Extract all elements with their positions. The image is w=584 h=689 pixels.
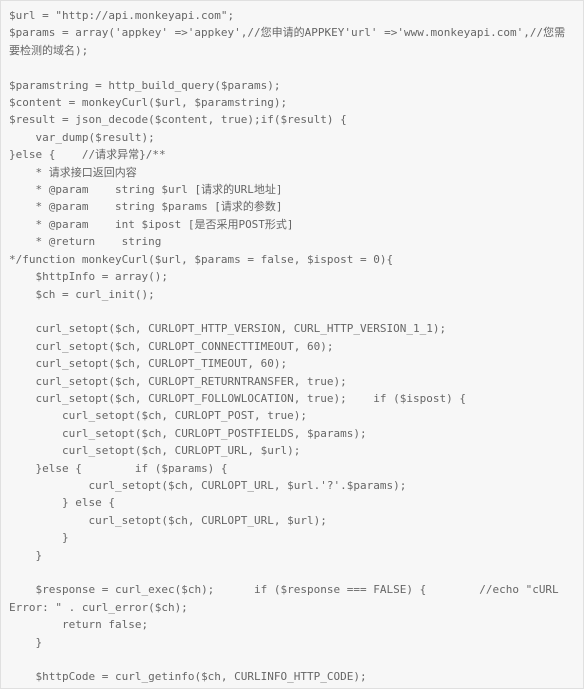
code-content: $url = "http://api.monkeyapi.com"; $para… [9, 9, 565, 689]
code-block: $url = "http://api.monkeyapi.com"; $para… [0, 0, 584, 689]
